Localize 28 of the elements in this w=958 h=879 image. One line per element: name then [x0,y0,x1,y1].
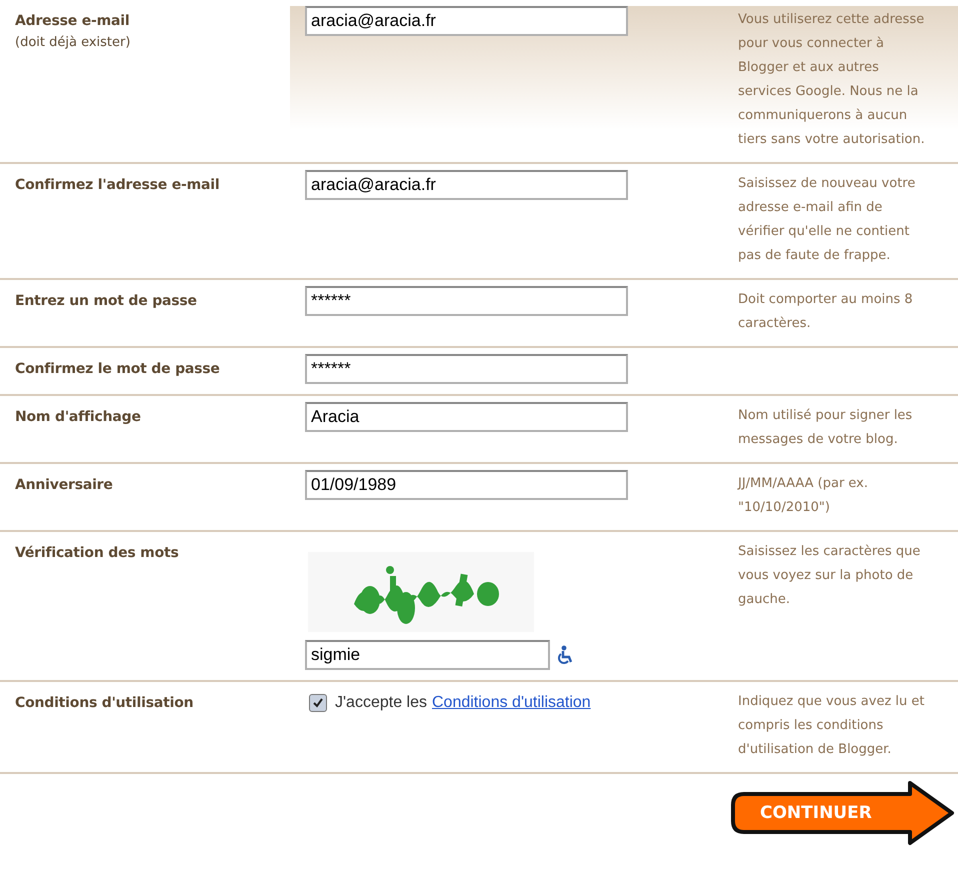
field-label: Anniversaire [15,476,114,495]
field-label: Entrez un mot de passe [15,292,198,311]
checkbox-label: J'accepte les [335,694,427,712]
input-field[interactable]: Aracia [305,402,628,432]
checkbox[interactable] [309,694,327,712]
wheelchair-icon[interactable] [556,645,574,665]
input-field[interactable]: 01/09/1989 [305,470,628,500]
field-label: Vérification des mots [15,544,180,563]
field-hint: Saisissez de nouveau votre adresse e-mail afin de vérifier qu'elle ne contient pas de faute de frappe. [738,176,916,263]
field-hint: Indiquez que vous avez lu et compris les conditions d'utilisation de Blogger. [738,694,924,757]
field-hint: JJ/MM/AAAA (par ex. "10/10/2010") [738,476,868,515]
checkmark-icon [312,697,324,709]
input-field[interactable]: aracia@aracia.fr [305,6,628,36]
input-field[interactable]: sigmie [305,640,550,670]
field-hint: Doit comporter au moins 8 caractères. [738,292,913,331]
field-label: Confirmez l'adresse e-mail [15,176,220,195]
field-label: Confirmez le mot de passe [15,360,221,379]
input-field[interactable]: ****** [305,354,628,384]
terms-link[interactable]: Conditions d'utilisation [432,694,591,712]
field-hint: Nom utilisé pour signer les messages de votre blog. [738,408,912,447]
field-label: Nom d'affichage [15,408,142,427]
field-label: Adresse e-mail [15,12,130,31]
field-sublabel: (doit déjà exister) [15,34,132,52]
input-field[interactable]: aracia@aracia.fr [305,170,628,200]
field-hint: Vous utiliserez cette adresse pour vous connecter à Blogger et aux autres services Google. Nous ne la communiquerons à aucun tiers sans votre autorisation. [738,12,925,147]
input-field[interactable]: ****** [305,286,628,316]
field-hint: Saisissez les caractères que vous voyez sur la photo de gauche. [738,544,920,607]
field-label: Conditions d'utilisation [15,694,194,713]
